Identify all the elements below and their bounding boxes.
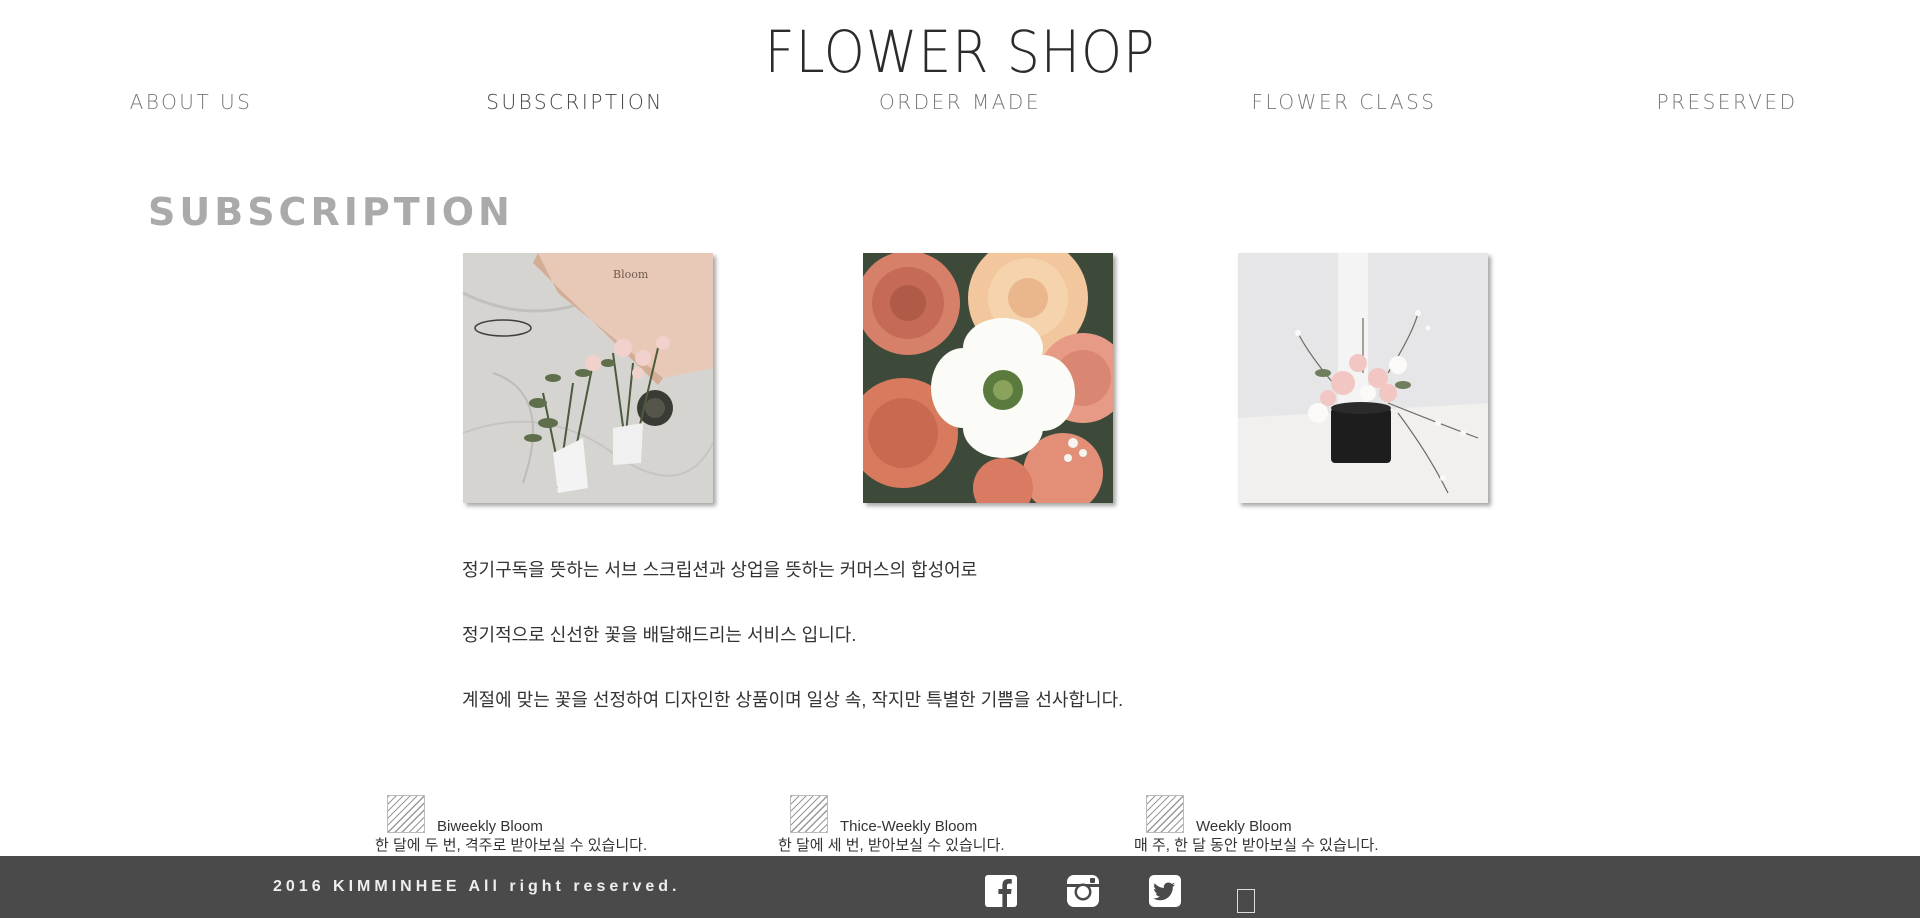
plan-detail: 한 달에 세 번, 받아보실 수 있습니다. — [778, 837, 1005, 854]
twitter-icon[interactable] — [1148, 874, 1182, 908]
plan-name: Thice-Weekly Bloom — [840, 818, 978, 835]
bouquet-box-photo[interactable]: Bloom — [463, 253, 713, 503]
plan-thrice-weekly[interactable]: Thice-Weekly Bloom 한 달에 세 번, 받아보실 수 있습니다… — [778, 793, 1098, 854]
site-footer: 2016 KIMMINHEE All right reserved. — [0, 856, 1920, 918]
plan-biweekly[interactable]: Biweekly Bloom 한 달에 두 번, 격주로 받아보실 수 있습니다… — [375, 793, 695, 854]
section-title: SUBSCRIPTION — [148, 190, 514, 234]
plan-icon — [1146, 795, 1184, 833]
description-line-2: 정기적으로 신선한 꽃을 배달해드리는 서비스 입니다. — [462, 625, 857, 645]
plan-name: Biweekly Bloom — [437, 818, 543, 835]
plan-icon — [790, 795, 828, 833]
plan-name: Weekly Bloom — [1196, 818, 1292, 835]
plan-weekly[interactable]: Weekly Bloom 매 주, 한 달 동안 받아보실 수 있습니다. — [1134, 793, 1454, 854]
nav-about-us[interactable]: ABOUT US — [41, 90, 341, 114]
description-line-3: 계절에 맞는 꽃을 선정하여 디자인한 상품이며 일상 속, 작지만 특별한 기… — [462, 690, 1124, 710]
plan-detail: 매 주, 한 달 동안 받아보실 수 있습니다. — [1134, 837, 1379, 854]
nav-flower-class[interactable]: FLOWER CLASS — [1194, 90, 1494, 114]
nav-subscription[interactable]: SUBSCRIPTION — [425, 90, 725, 114]
site-logo[interactable]: FLOWER SHOP — [96, 18, 1824, 86]
missing-glyph-icon — [1237, 889, 1255, 913]
nav-order-made[interactable]: ORDER MADE — [810, 90, 1110, 114]
description-line-1: 정기구독을 뜻하는 서브 스크립션과 상업을 뜻하는 커머스의 합성어로 — [462, 560, 978, 580]
svg-text:Bloom: Bloom — [613, 268, 649, 281]
ranunculus-closeup-photo[interactable] — [863, 253, 1113, 503]
vase-arrangement-photo[interactable] — [1238, 253, 1488, 503]
nav-preserved[interactable]: PRESERVED — [1577, 90, 1877, 114]
main-nav: ABOUT US SUBSCRIPTION ORDER MADE FLOWER … — [0, 90, 1920, 120]
plan-detail: 한 달에 두 번, 격주로 받아보실 수 있습니다. — [375, 837, 648, 854]
copyright: 2016 KIMMINHEE All right reserved. — [273, 878, 681, 895]
plan-icon — [387, 795, 425, 833]
instagram-icon[interactable] — [1066, 874, 1100, 908]
facebook-icon[interactable] — [984, 874, 1018, 908]
